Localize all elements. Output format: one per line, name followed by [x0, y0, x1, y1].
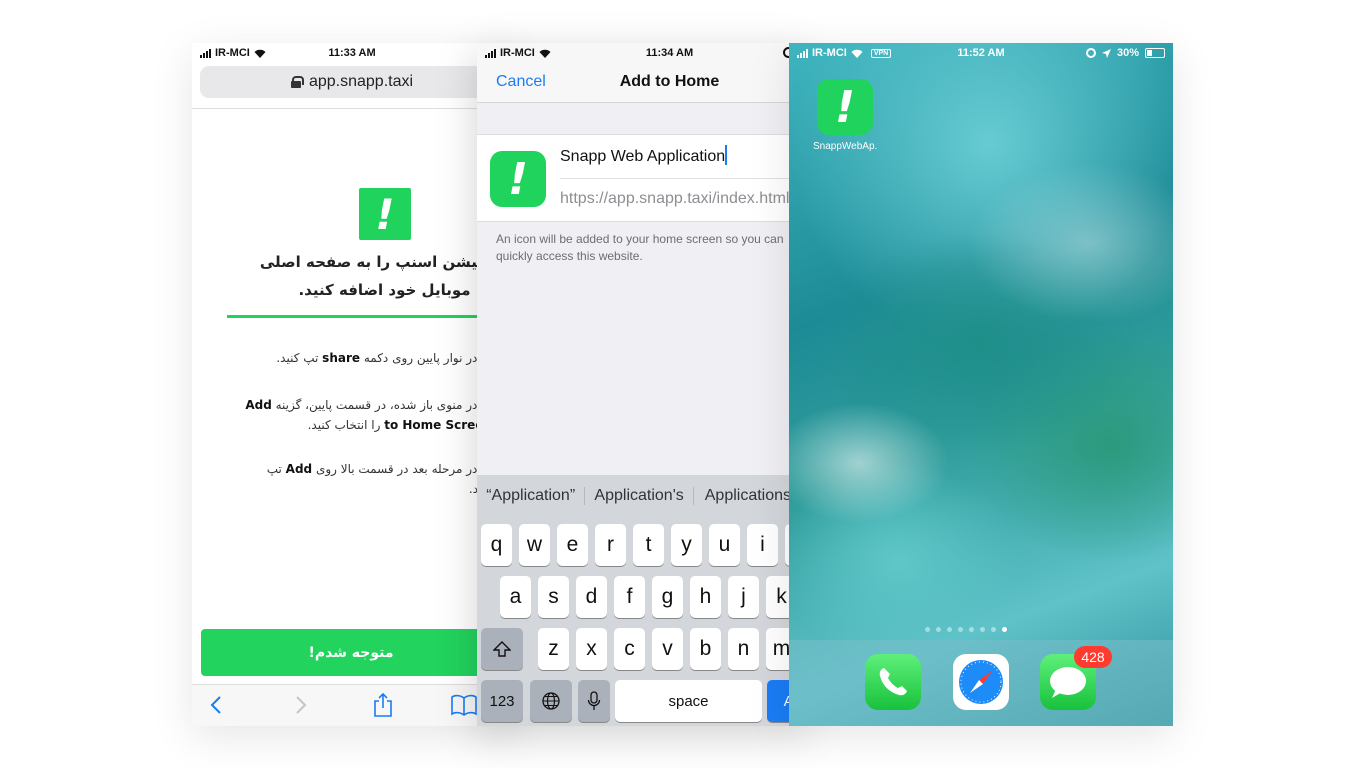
- suggestion-2[interactable]: Application's: [585, 486, 694, 505]
- page-dot: [969, 627, 974, 632]
- key-g[interactable]: g: [652, 576, 683, 618]
- address-bar[interactable]: app.snapp.taxi: [200, 66, 504, 98]
- key-n[interactable]: n: [728, 628, 759, 670]
- safari-phone: IR-MCI 11:33 AM app.snapp.taxi ! اپلیکیش…: [192, 43, 512, 726]
- back-icon[interactable]: [202, 691, 230, 719]
- key-r[interactable]: r: [595, 524, 626, 566]
- lock-icon: [290, 76, 304, 88]
- globe-key[interactable]: [530, 680, 572, 722]
- numbers-key[interactable]: 123: [481, 680, 523, 722]
- app-label: SnappWebAp...: [813, 141, 877, 152]
- forward-icon[interactable]: [287, 691, 315, 719]
- key-j[interactable]: j: [728, 576, 759, 618]
- key-q[interactable]: q: [481, 524, 512, 566]
- rotation-lock-icon: [1085, 48, 1096, 58]
- page-indicator: [925, 627, 1007, 632]
- predictive-bar: “Application” Application's Applications: [477, 475, 802, 516]
- name-input[interactable]: Snapp Web Application: [560, 145, 728, 166]
- status-bar: IR-MCI 11:34 AM: [477, 43, 802, 63]
- headline: اپلیکیشن اسنپ را به صفحه اصلی موبایل خود…: [259, 253, 510, 299]
- key-h[interactable]: h: [690, 576, 721, 618]
- signal-icon: [485, 48, 496, 58]
- page-dot: [947, 627, 952, 632]
- carrier: IR-MCI: [215, 47, 250, 59]
- messages-badge: 428: [1074, 646, 1112, 668]
- signal-icon: [797, 48, 808, 58]
- status-bar: IR-MCI VPN 11:52 AM 30%: [789, 43, 1173, 63]
- battery-icon: [1145, 48, 1165, 58]
- globe-icon: [542, 692, 560, 710]
- url-field: https://app.snapp.taxi/index.html: [560, 190, 790, 207]
- key-t[interactable]: t: [633, 524, 664, 566]
- suggestion-1[interactable]: “Application”: [477, 486, 586, 505]
- url-text: app.snapp.taxi: [308, 73, 414, 90]
- space-key[interactable]: space: [615, 680, 762, 722]
- key-b[interactable]: b: [690, 628, 721, 670]
- key-y[interactable]: y: [671, 524, 702, 566]
- signal-icon: [200, 48, 211, 58]
- key-c[interactable]: c: [614, 628, 645, 670]
- carrier: IR-MCI: [812, 47, 847, 59]
- home-screen-phone: IR-MCI VPN 11:52 AM 30% ! SnappWebAp...: [789, 43, 1173, 726]
- status-bar: IR-MCI 11:33 AM: [192, 43, 512, 63]
- key-x[interactable]: x: [576, 628, 607, 670]
- wifi-icon: [539, 49, 551, 58]
- wifi-icon: [851, 49, 863, 58]
- page-dot: [958, 627, 963, 632]
- bookmarks-icon[interactable]: [450, 691, 478, 719]
- share-icon[interactable]: [369, 691, 397, 719]
- microphone-icon: [587, 691, 601, 710]
- key-a[interactable]: a: [500, 576, 531, 618]
- key-w[interactable]: w: [519, 524, 550, 566]
- step-2: ۲- در منوی باز شده، در قسمت پایین، گزینه…: [245, 398, 492, 432]
- tutorial-collage: IR-MCI 11:33 AM app.snapp.taxi ! اپلیکیش…: [0, 0, 1366, 768]
- messages-app-icon[interactable]: 428: [1040, 646, 1112, 710]
- battery-percent: 30%: [1116, 47, 1139, 59]
- page-dot: [925, 627, 930, 632]
- key-v[interactable]: v: [652, 628, 683, 670]
- key-f[interactable]: f: [614, 576, 645, 618]
- page-dot: [936, 627, 941, 632]
- hint-text: An icon will be added to your home scree…: [496, 232, 784, 263]
- shift-key[interactable]: [481, 628, 523, 670]
- location-icon: [1101, 48, 1111, 58]
- dock: 428: [789, 640, 1173, 726]
- page-dot: [991, 627, 996, 632]
- wifi-icon: [254, 49, 266, 58]
- got-it-button[interactable]: متوجه شدم!: [201, 629, 501, 676]
- step-3: ۳- در مرحله بعد در قسمت بالا روی Add تپ …: [266, 462, 492, 496]
- snapp-app-icon: !: [490, 151, 546, 207]
- key-d[interactable]: d: [576, 576, 607, 618]
- vpn-badge: VPN: [870, 48, 892, 58]
- page-dot: [980, 627, 985, 632]
- shift-icon: [493, 641, 511, 657]
- phone-app-icon[interactable]: [865, 654, 921, 710]
- bookmark-form: ! Snapp Web Application https://app.snap…: [477, 134, 802, 222]
- snapp-logo-icon: !: [359, 188, 411, 240]
- nav-bar: Cancel Add to Home: [477, 63, 802, 103]
- page-dot-active: [1002, 627, 1007, 632]
- key-s[interactable]: s: [538, 576, 569, 618]
- add-to-home-phone: IR-MCI 11:34 AM Cancel Add to Home ! Sna…: [477, 43, 802, 726]
- key-z[interactable]: z: [538, 628, 569, 670]
- dictation-key[interactable]: [578, 680, 610, 722]
- key-i[interactable]: i: [747, 524, 778, 566]
- text-caret: [725, 145, 728, 165]
- accent-divider: [227, 315, 487, 318]
- carrier: IR-MCI: [500, 47, 535, 59]
- safari-toolbar: [192, 684, 512, 726]
- step-1: ۱- در نوار پایین روی دکمه share تپ کنید.: [276, 351, 492, 365]
- field-divider: [560, 178, 802, 179]
- snapp-app-icon: !: [817, 79, 873, 135]
- suggestion-3[interactable]: Applications: [694, 487, 802, 505]
- nav-title: Add to Home: [619, 73, 720, 90]
- keyboard: q w e r t y u i o a s d f g h j k z x c …: [477, 516, 802, 726]
- key-e[interactable]: e: [557, 524, 588, 566]
- safari-app-icon[interactable]: [953, 654, 1009, 710]
- snapp-home-app[interactable]: ! SnappWebAp...: [813, 79, 877, 152]
- divider: [192, 108, 512, 109]
- key-u[interactable]: u: [709, 524, 740, 566]
